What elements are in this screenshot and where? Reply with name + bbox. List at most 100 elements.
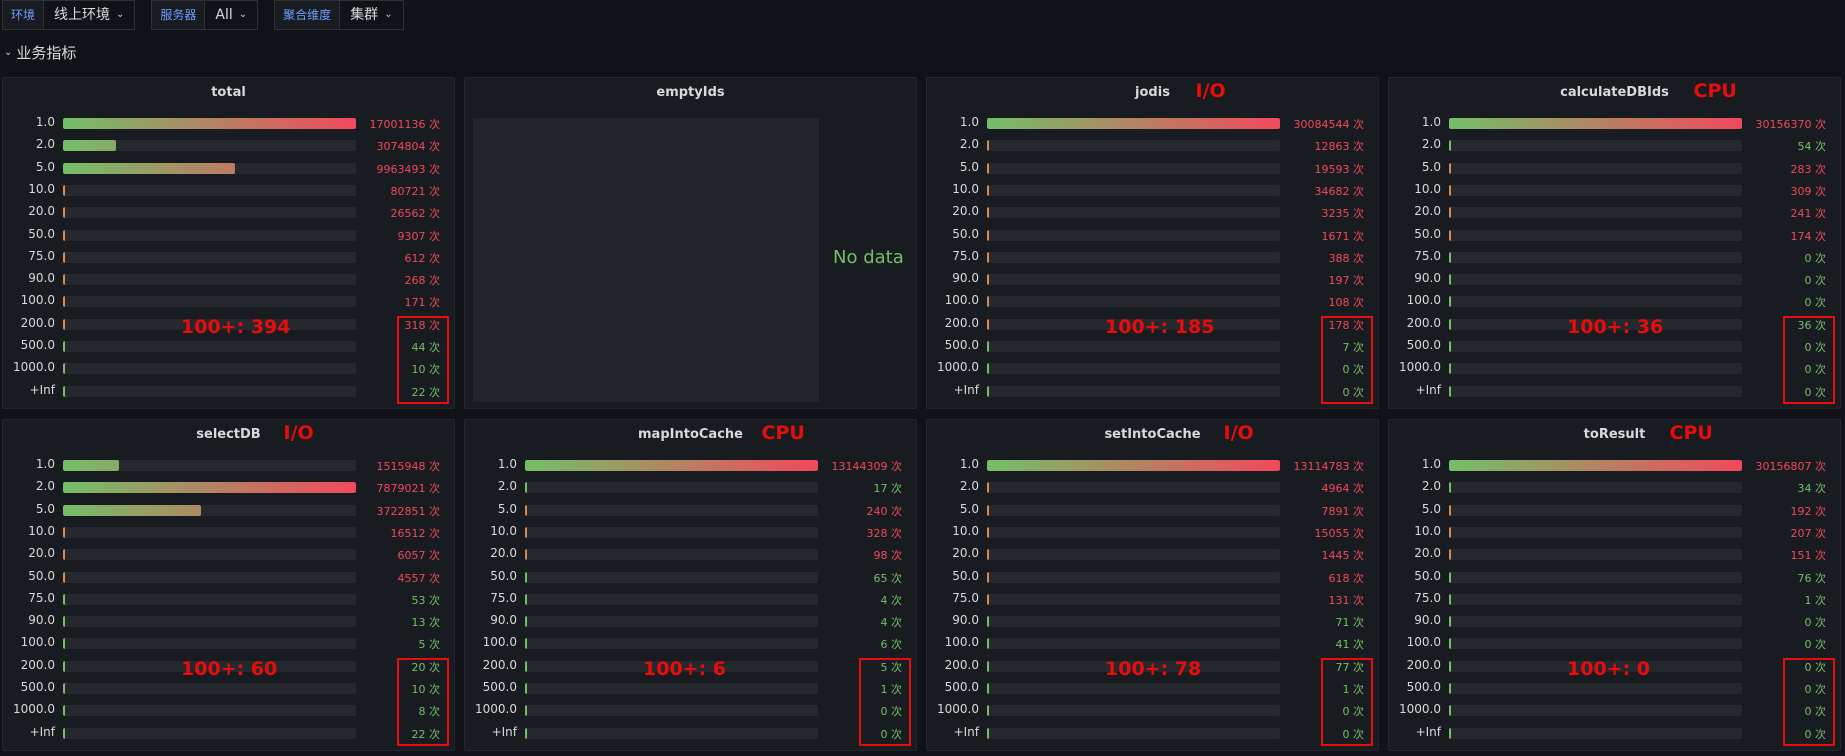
bucket-value: 13144309 次 bbox=[831, 460, 903, 473]
bar-fill bbox=[63, 140, 117, 152]
bucket-value: 9307 次 bbox=[397, 229, 441, 243]
panel-title[interactable]: mapIntoCache bbox=[465, 427, 916, 442]
bucket-label: 200.0 bbox=[20, 657, 55, 672]
bucket-label: 200.0 bbox=[482, 657, 517, 672]
chevron-down-icon: ⌄ bbox=[238, 9, 248, 20]
bucket-value: 6057 次 bbox=[397, 549, 441, 563]
annotation-summary: 100+: 60 bbox=[181, 658, 278, 680]
panel-toResult[interactable]: toResult CPU 1.0 30156807 次 2.0 34 次 5.0 192 次 1… bbox=[1388, 419, 1841, 751]
var-label-dimension: 聚合维度 bbox=[274, 0, 341, 30]
bucket-value: 53 次 bbox=[411, 593, 441, 607]
bucket-label: +Inf bbox=[29, 382, 55, 397]
row-toggle[interactable]: ⌄ 业务指标 bbox=[4, 42, 76, 63]
bucket-value: 618 次 bbox=[1328, 571, 1365, 585]
panel-title[interactable]: jodis bbox=[927, 85, 1378, 100]
bucket-label: 5.0 bbox=[1421, 159, 1441, 174]
bar-fill bbox=[63, 296, 65, 308]
bar-track bbox=[525, 549, 818, 561]
bar-fill bbox=[1449, 363, 1451, 375]
bar-fill bbox=[1449, 705, 1451, 717]
bucket-value: 30156807 次 bbox=[1755, 460, 1827, 473]
bar-track bbox=[987, 207, 1280, 219]
bucket-label: 1000.0 bbox=[937, 702, 979, 717]
bar-fill bbox=[525, 460, 818, 471]
bucket-value: 108 次 bbox=[1328, 296, 1365, 310]
bar-track bbox=[987, 526, 1280, 538]
panel-calculateDBIds[interactable]: calculateDBIds CPU 1.0 30156370 次 2.0 54 次 5.0… bbox=[1388, 77, 1841, 409]
bar-fill bbox=[1449, 660, 1451, 672]
panel-setIntoCache[interactable]: setIntoCache I/O 1.0 13114783 次 2.0 4964 次 5.0… bbox=[926, 419, 1379, 751]
server-select[interactable]: All ⌄ bbox=[205, 0, 259, 30]
bucket-value: 98 次 bbox=[873, 549, 903, 563]
bar-track bbox=[63, 549, 356, 561]
bar-track bbox=[987, 638, 1280, 650]
bucket-value: 612 次 bbox=[404, 251, 441, 265]
bucket-label: 75.0 bbox=[952, 590, 979, 605]
panel-mapIntoCache[interactable]: mapIntoCache CPU 1.0 13144309 次 2.0 17 次 5.0 24… bbox=[464, 419, 917, 751]
bucket-label: 500.0 bbox=[20, 338, 55, 352]
bucket-value: 283 次 bbox=[1790, 162, 1827, 176]
bar-track bbox=[987, 162, 1280, 174]
bar-track bbox=[63, 229, 356, 241]
panel-title[interactable]: selectDB bbox=[3, 427, 454, 442]
bar-track bbox=[63, 207, 356, 219]
panel-title[interactable]: emptyIds bbox=[465, 85, 916, 100]
bucket-label: 90.0 bbox=[952, 613, 979, 628]
bucket-label: 10.0 bbox=[1414, 523, 1441, 538]
bar-track bbox=[987, 118, 1280, 129]
bar-fill bbox=[63, 318, 65, 330]
env-select-value: 线上环境 bbox=[54, 7, 111, 23]
bucket-label: 1.0 bbox=[959, 457, 979, 471]
bar-track bbox=[525, 482, 818, 494]
bar-track bbox=[63, 482, 356, 494]
bucket-label: 10.0 bbox=[1414, 181, 1441, 196]
bucket-value: 1671 次 bbox=[1321, 229, 1365, 243]
panel-title[interactable]: toResult bbox=[1389, 427, 1840, 442]
bucket-label: 20.0 bbox=[1414, 546, 1441, 561]
bucket-label: 75.0 bbox=[1414, 590, 1441, 605]
bucket-label: 1000.0 bbox=[13, 360, 55, 375]
bar-track bbox=[1449, 638, 1742, 650]
panel-title[interactable]: calculateDBIds bbox=[1389, 85, 1840, 100]
bucket-value: 7879021 次 bbox=[376, 482, 441, 496]
bar-track bbox=[525, 504, 818, 516]
bucket-label: 2.0 bbox=[35, 479, 55, 494]
bucket-value: 4 次 bbox=[880, 593, 903, 607]
bar-track bbox=[1449, 549, 1742, 561]
panel-title[interactable]: total bbox=[3, 85, 454, 100]
env-select[interactable]: 线上环境 ⌄ bbox=[44, 0, 136, 30]
bar-track bbox=[63, 638, 356, 650]
panel-jodis[interactable]: jodis I/O 1.0 30084544 次 2.0 12863 次 5.0 19593 … bbox=[926, 77, 1379, 409]
bar-fill bbox=[1449, 616, 1451, 628]
annotation-tag: I/O bbox=[283, 422, 314, 444]
bucket-label: 5.0 bbox=[497, 501, 517, 516]
bucket-label: 20.0 bbox=[952, 546, 979, 561]
panel-title[interactable]: setIntoCache bbox=[927, 427, 1378, 442]
empty-graph-area bbox=[473, 118, 819, 402]
bar-fill bbox=[63, 341, 65, 352]
bar-track bbox=[987, 385, 1280, 397]
bar-track bbox=[525, 616, 818, 628]
bar-fill bbox=[63, 363, 65, 375]
bucket-value: 3235 次 bbox=[1321, 207, 1365, 221]
bar-fill bbox=[987, 162, 989, 174]
chevron-down-icon: ⌄ bbox=[384, 9, 393, 20]
bar-track bbox=[1449, 162, 1742, 174]
bucket-label: 5.0 bbox=[959, 159, 979, 174]
bucket-value: 0 次 bbox=[1804, 616, 1827, 630]
bucket-value: 1515948 次 bbox=[376, 460, 441, 473]
panel-total[interactable]: total 1.0 17001136 次 2.0 3074804 次 5.0 9963493… bbox=[2, 77, 455, 409]
bucket-label: 50.0 bbox=[952, 226, 979, 241]
bar-fill bbox=[987, 318, 989, 330]
bar-track bbox=[1449, 683, 1742, 694]
bucket-label: 20.0 bbox=[490, 546, 517, 561]
bucket-value: 9963493 次 bbox=[376, 162, 441, 176]
panel-emptyIds[interactable]: emptyIds No data bbox=[464, 77, 917, 409]
bucket-label: 20.0 bbox=[28, 204, 55, 219]
bar-track bbox=[1449, 184, 1742, 196]
bar-track bbox=[525, 705, 818, 717]
panel-selectDB[interactable]: selectDB I/O 1.0 1515948 次 2.0 7879021 次 5.0 37… bbox=[2, 419, 455, 751]
bar-track bbox=[987, 251, 1280, 263]
dimension-select[interactable]: 集群 ⌄ bbox=[340, 0, 404, 30]
bucket-value: 26562 次 bbox=[390, 207, 441, 221]
